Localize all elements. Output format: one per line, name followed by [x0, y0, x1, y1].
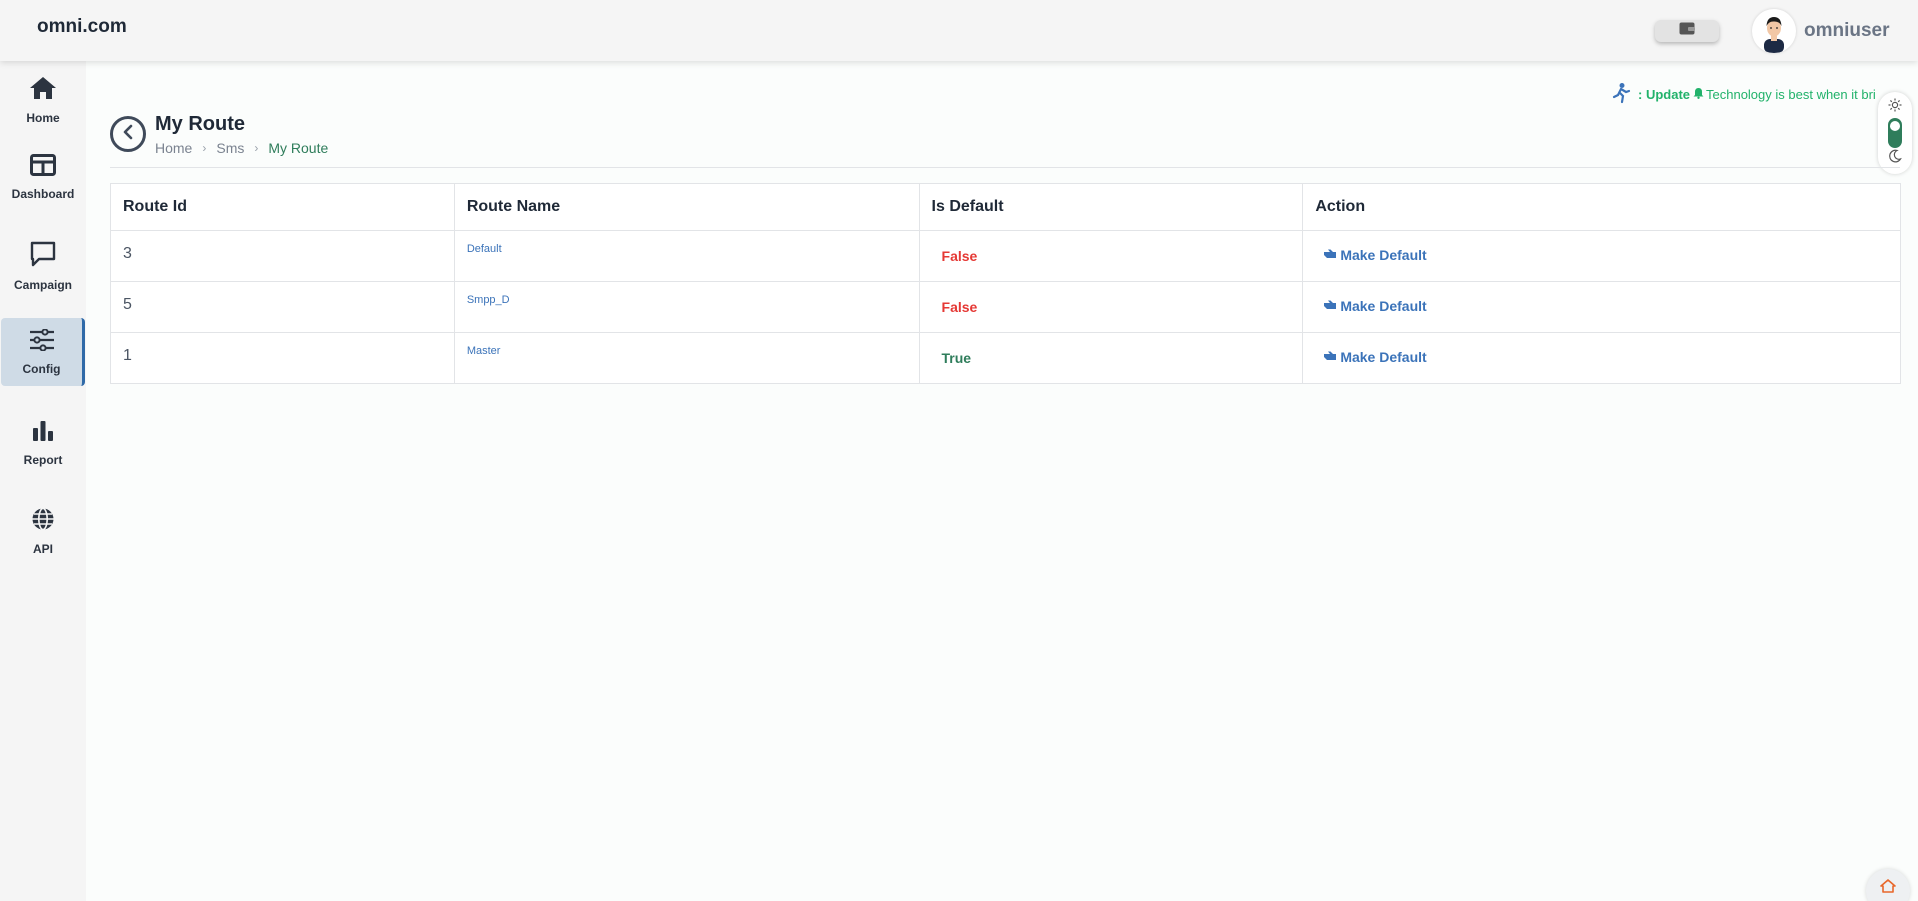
moon-icon — [1888, 149, 1902, 168]
make-default-label: Make Default — [1340, 247, 1427, 263]
home-icon — [29, 76, 57, 105]
route-id-cell: 5 — [110, 281, 455, 333]
sidebar-item-api[interactable]: API — [0, 497, 86, 565]
toggle-switch[interactable] — [1888, 118, 1902, 148]
route-id-cell: 1 — [110, 332, 455, 384]
breadcrumb-current: My Route — [268, 140, 329, 156]
running-person-icon — [1610, 82, 1632, 106]
route-name-cell: Master — [453, 332, 920, 384]
column-header-route-name: Route Name — [453, 183, 920, 231]
make-default-label: Make Default — [1340, 349, 1427, 365]
update-label: : Update — [1638, 86, 1690, 102]
sidebar-item-dashboard[interactable]: Dashboard — [0, 143, 86, 211]
sidebar: Home Dashboard Campaign Config Report AP… — [0, 61, 86, 901]
bar-chart-icon — [32, 420, 54, 447]
make-default-button[interactable]: Make Default — [1323, 349, 1427, 365]
theme-toggle[interactable] — [1878, 92, 1912, 174]
page-title: My Route — [155, 113, 245, 135]
sidebar-item-label: Home — [26, 110, 60, 125]
routes-table: Route Id Route Name Is Default Action 3 … — [110, 183, 1901, 384]
route-name-cell: Default — [453, 230, 920, 282]
sidebar-item-campaign[interactable]: Campaign — [0, 232, 86, 300]
action-cell: Make Default — [1302, 230, 1901, 282]
is-default-cell: False — [918, 281, 1304, 333]
action-cell: Make Default — [1302, 332, 1901, 384]
brand-logo[interactable]: omni.com — [37, 16, 127, 38]
make-default-label: Make Default — [1340, 298, 1427, 314]
route-name-cell: Smpp_D — [453, 281, 920, 333]
header-divider — [110, 167, 1900, 168]
make-default-button[interactable]: Make Default — [1323, 247, 1427, 263]
sun-icon — [1888, 98, 1902, 117]
sidebar-item-home[interactable]: Home — [0, 66, 86, 134]
table-row: 1 Master True Make Default — [110, 332, 1901, 384]
sidebar-item-label: Campaign — [13, 277, 72, 292]
is-default-cell: False — [918, 230, 1304, 282]
update-text: Technology is best when it bri — [1706, 86, 1876, 102]
table-header-row: Route Id Route Name Is Default Action — [110, 183, 1901, 231]
chevron-left-icon — [121, 124, 135, 145]
bell-icon — [1693, 87, 1704, 102]
username[interactable]: omniuser — [1804, 20, 1890, 42]
sidebar-item-label: Report — [23, 452, 63, 467]
make-default-button[interactable]: Make Default — [1323, 298, 1427, 314]
sidebar-item-config[interactable]: Config — [1, 318, 85, 386]
route-id-cell: 3 — [110, 230, 455, 282]
column-header-is-default: Is Default — [918, 183, 1304, 231]
is-default-cell: True — [918, 332, 1304, 384]
pointing-hand-icon — [1323, 298, 1337, 314]
table-row: 3 Default False Make Default — [110, 230, 1901, 282]
pointing-hand-icon — [1323, 247, 1337, 263]
dashboard-icon — [30, 153, 56, 181]
avatar[interactable] — [1752, 9, 1796, 53]
home-icon — [1880, 879, 1896, 898]
sidebar-item-label: API — [32, 541, 53, 556]
back-button[interactable] — [110, 116, 146, 152]
update-ticker: : Update Technology is best when it bri — [1610, 82, 1900, 106]
floating-home-button[interactable] — [1866, 869, 1910, 901]
table-row: 5 Smpp_D False Make Default — [110, 281, 1901, 333]
chevron-right-icon: › — [202, 141, 207, 155]
sliders-icon — [29, 327, 55, 356]
globe-icon — [31, 507, 55, 536]
wallet-button[interactable] — [1655, 20, 1719, 42]
sidebar-item-report[interactable]: Report — [0, 409, 86, 477]
breadcrumb-home[interactable]: Home — [155, 140, 192, 156]
top-bar: omni.com omniuser — [0, 0, 1918, 61]
column-header-route-id: Route Id — [110, 183, 455, 231]
sidebar-item-label: Config — [22, 361, 61, 376]
column-header-action: Action — [1302, 183, 1901, 231]
action-cell: Make Default — [1302, 281, 1901, 333]
chat-icon — [30, 241, 56, 272]
pointing-hand-icon — [1323, 349, 1337, 365]
sidebar-item-label: Dashboard — [11, 186, 75, 201]
chevron-right-icon: › — [254, 141, 259, 155]
wallet-icon — [1679, 22, 1695, 40]
breadcrumb-sms[interactable]: Sms — [216, 140, 244, 156]
breadcrumb: Home › Sms › My Route — [155, 140, 328, 156]
